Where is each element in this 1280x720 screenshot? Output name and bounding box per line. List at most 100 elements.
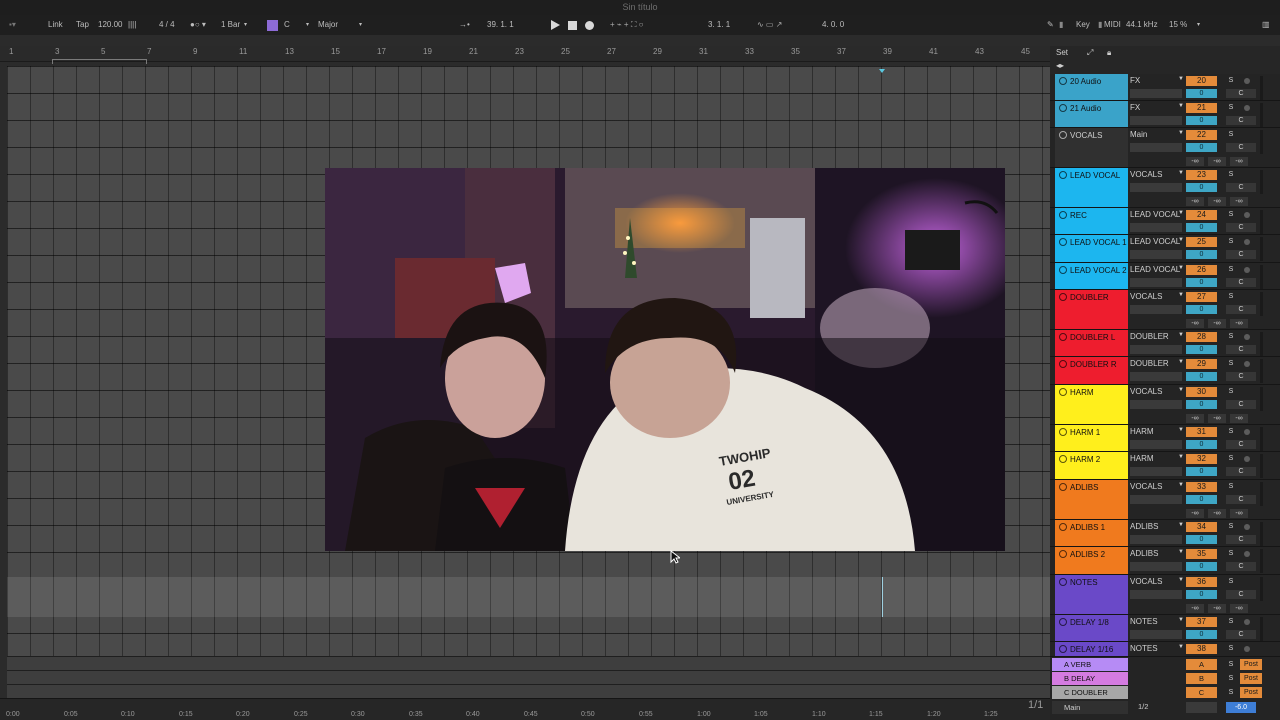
track-activator-button[interactable]: 35 (1186, 549, 1217, 559)
pan-field[interactable]: C (1226, 372, 1256, 381)
routing-chevron-icon[interactable]: ▼ (1178, 482, 1184, 488)
mixer-track[interactable]: REC LEAD VOCAL ▼ 24 S 0 C (1050, 208, 1280, 235)
track-name[interactable]: VOCALS (1055, 128, 1128, 167)
link-button[interactable]: Link (48, 18, 63, 32)
mixer-track[interactable]: LEAD VOCAL 2 LEAD VOCAL ▼ 26 S 0 C (1050, 263, 1280, 290)
cpu-chevron-icon[interactable]: ▾ (1197, 18, 1200, 32)
track-activator-button[interactable]: 31 (1186, 427, 1217, 437)
mixer-track[interactable]: LEAD VOCAL VOCALS ▼ 23 S 0 C -∞ -∞ -∞ (1050, 168, 1280, 208)
group-fold-icon[interactable] (1059, 578, 1067, 586)
loop-switch-icon[interactable]: ∿ ▭ ↗ (757, 18, 782, 32)
group-fold-icon[interactable] (1059, 171, 1067, 179)
time-ruler[interactable]: 0:00 0:05 0:10 0:15 0:20 0:25 0:30 0:35 … (0, 698, 1050, 720)
track-activator-icon[interactable] (1059, 428, 1067, 436)
output-channel-select[interactable] (1130, 372, 1182, 381)
volume-field[interactable]: 0 (1186, 630, 1217, 639)
pan-field[interactable]: C (1226, 223, 1256, 232)
mixer-track[interactable]: HARM 2 HARM ▼ 32 S 0 C (1050, 452, 1280, 480)
solo-button[interactable]: S (1226, 673, 1236, 684)
track-activator-icon[interactable] (1059, 211, 1067, 219)
return-activator-button[interactable]: A (1186, 659, 1217, 670)
scale-mode-icon[interactable] (267, 20, 278, 31)
solo-button[interactable]: S (1226, 210, 1236, 220)
track-activator-button[interactable]: 22 (1186, 130, 1217, 140)
routing-chevron-icon[interactable]: ▼ (1178, 237, 1184, 243)
output-channel-select[interactable] (1130, 143, 1182, 152)
track-activator-button[interactable]: 37 (1186, 617, 1217, 627)
output-channel-select[interactable] (1130, 305, 1182, 314)
track-activator-icon[interactable] (1059, 550, 1067, 558)
track-activator-button[interactable]: 36 (1186, 577, 1217, 587)
pan-field[interactable]: C (1226, 116, 1256, 125)
track-activator-button[interactable]: 34 (1186, 522, 1217, 532)
track-activator-button[interactable]: 33 (1186, 482, 1217, 492)
play-button[interactable] (551, 20, 560, 30)
mixer-track[interactable]: HARM VOCALS ▼ 30 S 0 C -∞ -∞ -∞ (1050, 385, 1280, 425)
arm-button[interactable] (1244, 212, 1250, 218)
mixer-track[interactable]: DELAY 1/16 NOTES ▼ 38 S (1050, 642, 1280, 657)
output-channel-select[interactable] (1130, 223, 1182, 232)
output-channel-select[interactable] (1130, 278, 1182, 287)
track-name[interactable]: REC (1055, 208, 1128, 234)
send-field[interactable]: -∞ (1186, 509, 1204, 518)
beat-ruler[interactable]: 1 3 5 7 9 11 13 15 17 19 21 23 25 27 29 … (0, 46, 1050, 62)
send-field[interactable]: -∞ (1186, 197, 1204, 206)
track-name[interactable]: NOTES (1055, 575, 1128, 614)
routing-chevron-icon[interactable]: ▼ (1178, 332, 1184, 338)
main-track[interactable]: Main 1/2 -6.0 (1050, 701, 1280, 714)
draw-mode-icon[interactable]: ✎ (1047, 18, 1054, 32)
send-field[interactable]: -∞ (1186, 414, 1204, 423)
track-name[interactable]: DOUBLER R (1055, 357, 1128, 384)
send-field[interactable]: -∞ (1208, 509, 1226, 518)
track-name[interactable]: 21 Audio (1055, 101, 1128, 127)
pre-post-toggle[interactable]: Post (1240, 687, 1262, 698)
solo-button[interactable]: S (1226, 130, 1236, 140)
track-activator-icon[interactable] (1059, 618, 1067, 626)
mixer-track[interactable]: NOTES VOCALS ▼ 36 S 0 C -∞ -∞ -∞ (1050, 575, 1280, 615)
output-channel-select[interactable] (1130, 116, 1182, 125)
send-field[interactable]: -∞ (1230, 197, 1248, 206)
volume-field[interactable]: 0 (1186, 250, 1217, 259)
solo-button[interactable]: S (1226, 617, 1236, 627)
track-activator-button[interactable]: 32 (1186, 454, 1217, 464)
routing-chevron-icon[interactable]: ▼ (1178, 387, 1184, 393)
pan-field[interactable]: C (1226, 143, 1256, 152)
output-channel-select[interactable] (1130, 562, 1182, 571)
output-channel-select[interactable] (1130, 400, 1182, 409)
pan-field[interactable]: C (1226, 305, 1256, 314)
arm-button[interactable] (1244, 551, 1250, 557)
volume-field[interactable]: 0 (1186, 278, 1217, 287)
arm-button[interactable] (1244, 646, 1250, 652)
pan-field[interactable]: C (1226, 590, 1256, 599)
tempo-field[interactable]: 120.00 (98, 18, 122, 32)
send-field[interactable]: -∞ (1208, 197, 1226, 206)
track-activator-button[interactable]: 20 (1186, 76, 1217, 86)
track-activator-button[interactable]: 24 (1186, 210, 1217, 220)
pan-field[interactable]: C (1226, 467, 1256, 476)
quantize-chevron-icon[interactable]: ▾ (244, 18, 247, 32)
return-track[interactable]: A VERB A S Post (1050, 658, 1280, 671)
output-routing-select[interactable]: ADLIBS (1130, 522, 1180, 532)
output-routing-select[interactable]: VOCALS (1130, 577, 1180, 587)
routing-chevron-icon[interactable]: ▼ (1178, 130, 1184, 136)
solo-button[interactable]: S (1226, 359, 1236, 369)
playhead-marker[interactable] (879, 69, 885, 73)
track-activator-button[interactable]: 28 (1186, 332, 1217, 342)
arm-button[interactable] (1244, 524, 1250, 530)
output-routing-select[interactable]: HARM (1130, 454, 1180, 464)
volume-field[interactable]: 0 (1186, 440, 1217, 449)
mixer-track[interactable]: 21 Audio FX ▼ 21 S 0 C (1050, 101, 1280, 128)
key-map-button[interactable]: Key (1076, 18, 1090, 32)
routing-chevron-icon[interactable]: ▼ (1178, 170, 1184, 176)
group-fold-icon[interactable] (1059, 388, 1067, 396)
pan-field[interactable]: C (1226, 400, 1256, 409)
output-channel-select[interactable] (1130, 345, 1182, 354)
notes-track-lane[interactable] (7, 577, 1050, 617)
group-fold-icon[interactable] (1059, 293, 1067, 301)
pan-field[interactable]: C (1226, 440, 1256, 449)
volume-field[interactable]: 0 (1186, 562, 1217, 571)
track-name[interactable]: ADLIBS (1055, 480, 1128, 519)
track-activator-button[interactable]: 30 (1186, 387, 1217, 397)
time-signature-field[interactable]: 4 / 4 (159, 18, 175, 32)
tap-button[interactable]: Tap (76, 18, 89, 32)
